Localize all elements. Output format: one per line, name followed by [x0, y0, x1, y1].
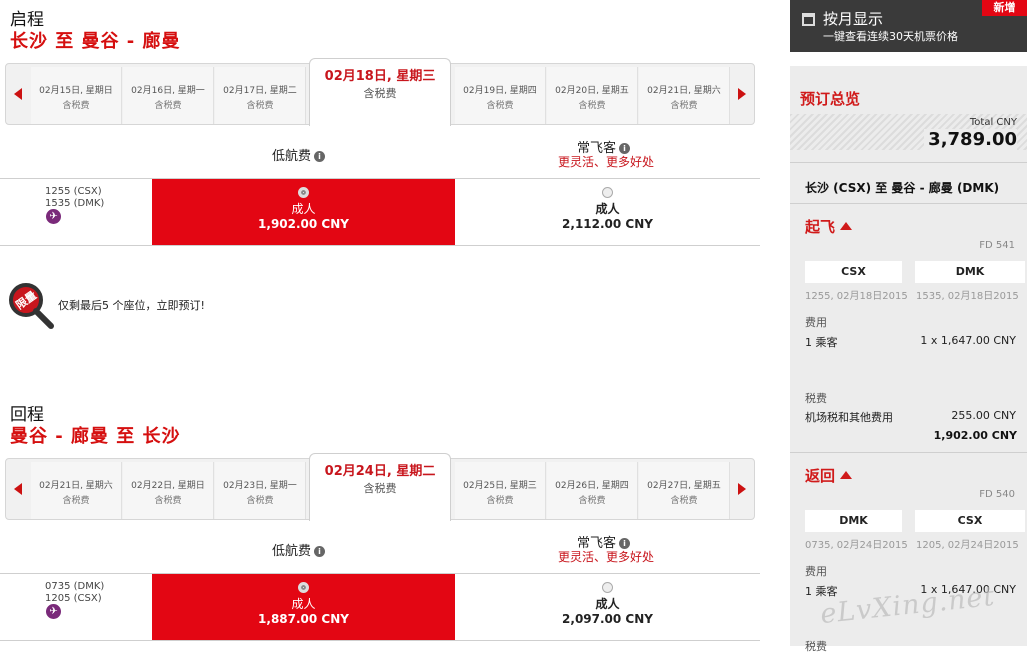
outbound-date-cell[interactable]: 02月21日, 星期六 含税费: [639, 67, 730, 124]
outbound-date-cell[interactable]: 02月15日, 星期日 含税费: [31, 67, 122, 124]
monthly-subtitle: 一键查看连续30天机票价格: [823, 30, 958, 43]
depart-tax-label: 税费: [805, 392, 827, 405]
outbound-flight-row: 1255 (CSX) 1535 (DMK) ✈ 成人 1,902.00 CNY …: [0, 178, 760, 246]
return-low-fare-option[interactable]: 成人 1,887.00 CNY: [152, 574, 455, 640]
return-to-time: 1205, 02月24日2015: [916, 540, 1019, 551]
next-date-arrow-icon[interactable]: [730, 64, 754, 124]
outbound-flex-fare-option[interactable]: 成人 2,112.00 CNY: [455, 179, 760, 245]
prev-date-arrow-icon[interactable]: [6, 64, 30, 124]
return-date-cell[interactable]: 02月25日, 星期三 含税费: [455, 462, 546, 519]
depart-fare-label: 费用: [805, 316, 827, 329]
info-icon[interactable]: i: [314, 151, 326, 162]
monthly-title: 按月显示: [823, 10, 884, 28]
outbound-selected-date[interactable]: 02月18日, 星期三 含税费: [309, 58, 451, 126]
return-flex-fare-option[interactable]: 成人 2,097.00 CNY: [455, 574, 760, 640]
calendar-icon: [802, 13, 815, 26]
outbound-date-cell[interactable]: 02月20日, 星期五 含税费: [547, 67, 638, 124]
outbound-date-strip: 02月15日, 星期日 含税费 02月16日, 星期一 含税费 02月17日, 星期…: [5, 58, 755, 126]
return-fare-label: 费用: [805, 565, 827, 578]
depart-flight-number: FD 541: [979, 240, 1015, 251]
return-flight-number: FD 540: [979, 489, 1015, 500]
airplane-icon: ✈: [46, 604, 61, 619]
return-selected-date[interactable]: 02月24日, 星期二 含税费: [309, 453, 451, 521]
fare-radio[interactable]: [602, 582, 613, 593]
depart-subtotal: 1,902.00 CNY: [933, 429, 1017, 442]
booking-summary-panel: 预订总览 Total CNY 3,789.00 长沙 (CSX) 至 曼谷 - …: [790, 66, 1027, 653]
outbound-low-fare-option[interactable]: 成人 1,902.00 CNY: [152, 179, 455, 245]
return-date-cell[interactable]: 02月22日, 星期日 含税费: [123, 462, 214, 519]
airplane-icon: ✈: [46, 209, 61, 224]
outbound-date-cell[interactable]: 02月16日, 星期一 含税费: [123, 67, 214, 124]
return-low-fare-header: 低航费 i: [272, 540, 326, 559]
depart-to-time: 1535, 02月18日2015: [916, 291, 1019, 302]
total-value: 3,789.00: [924, 129, 1017, 150]
return-date-cell[interactable]: 02月26日, 星期四 含税费: [547, 462, 638, 519]
new-badge: 新增: [982, 0, 1027, 16]
return-flight-times: 0735 (DMK) 1205 (CSX) ✈: [45, 581, 105, 619]
return-date-cell[interactable]: 02月27日, 星期五 含税费: [639, 462, 730, 519]
depart-from-time: 1255, 02月18日2015: [805, 291, 908, 302]
return-date-cell[interactable]: 02月21日, 星期六 含税费: [31, 462, 122, 519]
return-flight-row: 0735 (DMK) 1205 (CSX) ✈ 成人 1,887.00 CNY …: [0, 573, 760, 641]
return-date-strip: 02月21日, 星期六 含税费 02月22日, 星期日 含税费 02月23日, 星期…: [5, 453, 755, 521]
monthly-view-banner[interactable]: 按月显示 一键查看连续30天机票价格 新增: [790, 0, 1027, 52]
depart-airports: CSX DMK: [805, 261, 1025, 283]
outbound-date-cell[interactable]: 02月17日, 星期二 含税费: [215, 67, 306, 124]
info-icon[interactable]: i: [314, 546, 326, 557]
outbound-low-fare-header: 低航费 i: [272, 145, 326, 164]
next-date-arrow-icon[interactable]: [730, 459, 754, 519]
outbound-route-title: 长沙 至 曼谷 - 廊曼: [10, 31, 181, 52]
return-route-title: 曼谷 - 廊曼 至 长沙: [10, 426, 181, 447]
fare-radio[interactable]: [602, 187, 613, 198]
limited-seats-badge-icon: 限量: [2, 277, 54, 329]
depart-tax-row: 机场税和其他费用 255.00 CNY: [805, 409, 1016, 424]
return-airports: DMK CSX: [805, 510, 1025, 532]
return-flex-perk: 更灵活、更多好处: [558, 550, 655, 564]
seat-notice: 仅剩最后5 个座位，立即预订!: [58, 299, 205, 312]
fare-radio-selected[interactable]: [298, 187, 309, 198]
prev-date-arrow-icon[interactable]: [6, 459, 30, 519]
collapse-arrow-icon[interactable]: [840, 222, 853, 230]
fare-radio-selected[interactable]: [298, 582, 309, 593]
return-tax-label: 税费: [805, 640, 827, 653]
outbound-flex-perk: 更灵活、更多好处: [558, 155, 655, 169]
return-from-time: 0735, 02月24日2015: [805, 540, 908, 551]
depart-heading[interactable]: 起飞: [805, 216, 853, 237]
return-heading[interactable]: 返回: [805, 465, 853, 486]
summary-title: 预订总览: [800, 90, 861, 108]
depart-pax-row: 1 乘客 1 x 1,647.00 CNY: [805, 334, 1016, 349]
total-label: Total CNY: [969, 117, 1017, 128]
collapse-arrow-icon[interactable]: [840, 471, 853, 479]
summary-route: 长沙 (CSX) 至 曼谷 - 廊曼 (DMK): [805, 181, 1000, 195]
outbound-flight-times: 1255 (CSX) 1535 (DMK) ✈: [45, 186, 105, 224]
return-date-cell[interactable]: 02月23日, 星期一 含税费: [215, 462, 306, 519]
outbound-date-cell[interactable]: 02月19日, 星期四 含税费: [455, 67, 546, 124]
